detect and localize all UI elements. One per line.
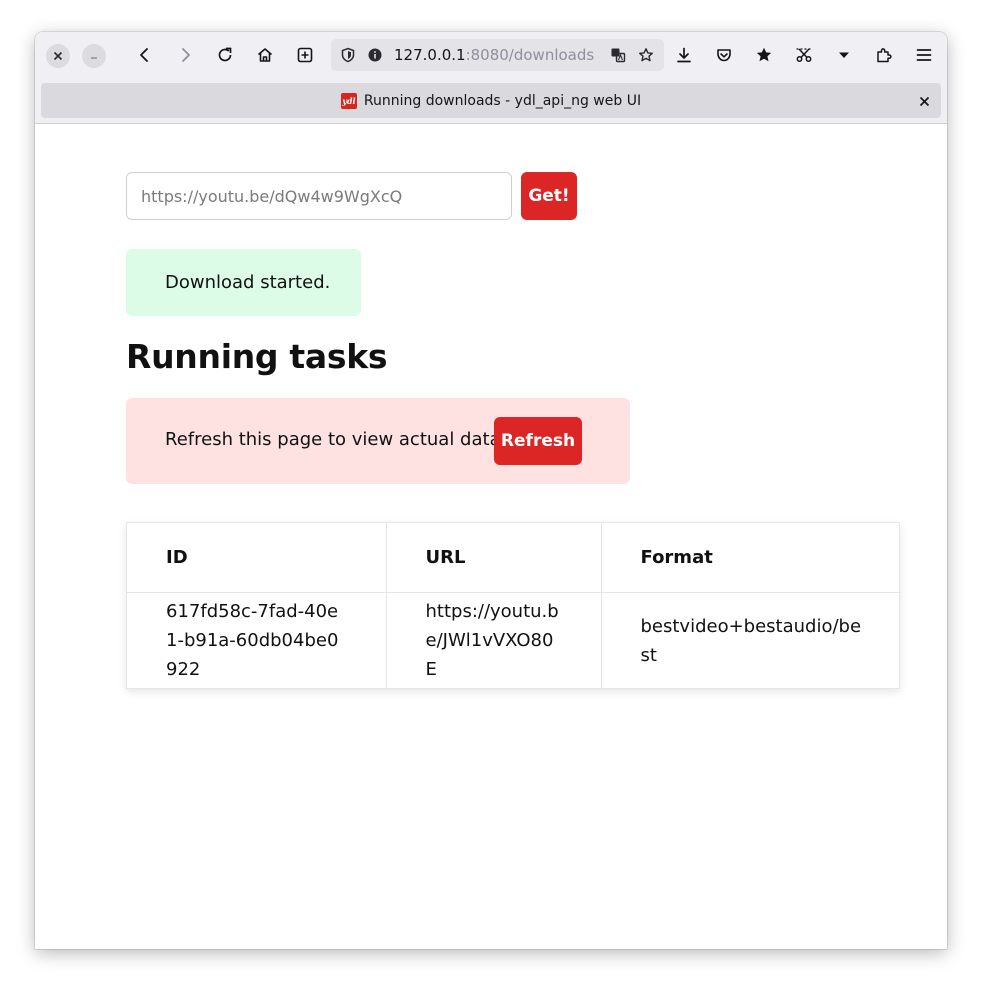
url-text[interactable]: 127.0.0.1:8080/downloads bbox=[394, 46, 594, 64]
star-filled-icon[interactable] bbox=[749, 40, 779, 70]
task-url-cell: https://youtu.be/JWl1vVXO80E bbox=[386, 592, 602, 689]
column-header-url: URL bbox=[386, 523, 602, 593]
page-content: Get! Download started. Running tasks Ref… bbox=[35, 124, 947, 949]
refresh-notice: Refresh this page to view actual data. R… bbox=[126, 398, 630, 484]
tasks-table: ID URL Format 617fd58c-7fad-40e1-b91a-60… bbox=[126, 522, 901, 689]
tab-running-downloads[interactable]: ydl Running downloads - ydl_api_ng web U… bbox=[41, 83, 941, 118]
tab-bar: ydl Running downloads - ydl_api_ng web U… bbox=[35, 78, 947, 124]
back-arrow-icon[interactable] bbox=[130, 40, 160, 70]
get-button[interactable]: Get! bbox=[521, 172, 577, 220]
home-icon[interactable] bbox=[250, 40, 280, 70]
close-icon[interactable] bbox=[915, 92, 933, 110]
refresh-notice-text: Refresh this page to view actual data. bbox=[165, 429, 507, 450]
forward-arrow-icon[interactable] bbox=[170, 40, 200, 70]
close-icon[interactable] bbox=[46, 44, 70, 68]
table-row: 617fd58c-7fad-40e1-b91a-60db04be0922 htt… bbox=[127, 592, 901, 689]
address-bar[interactable]: 127.0.0.1:8080/downloads bbox=[331, 39, 664, 71]
minimize-icon[interactable] bbox=[82, 44, 106, 68]
new-tab-icon[interactable] bbox=[290, 40, 320, 70]
star-outline-icon[interactable] bbox=[637, 46, 655, 64]
url-path: :8080/downloads bbox=[465, 46, 595, 64]
info-icon[interactable] bbox=[366, 46, 384, 64]
success-notice: Download started. bbox=[126, 249, 361, 316]
puzzle-icon[interactable] bbox=[869, 40, 899, 70]
browser-window: 127.0.0.1:8080/downloads ydl Running dow… bbox=[35, 32, 947, 949]
chevron-down-icon[interactable] bbox=[829, 40, 859, 70]
video-url-input[interactable] bbox=[126, 172, 512, 220]
url-host: 127.0.0.1 bbox=[394, 46, 466, 64]
reload-icon[interactable] bbox=[210, 40, 240, 70]
tab-title-wrap: ydl Running downloads - ydl_api_ng web U… bbox=[41, 83, 941, 118]
page-title: Running tasks bbox=[126, 337, 388, 376]
browser-toolbar: 127.0.0.1:8080/downloads bbox=[35, 32, 947, 78]
download-icon[interactable] bbox=[669, 40, 699, 70]
translate-icon[interactable] bbox=[609, 46, 627, 64]
task-id-cell: 617fd58c-7fad-40e1-b91a-60db04be0922 bbox=[127, 592, 387, 689]
favicon: ydl bbox=[340, 92, 357, 109]
hamburger-menu-icon[interactable] bbox=[909, 40, 939, 70]
column-header-id: ID bbox=[127, 523, 387, 593]
refresh-button[interactable]: Refresh bbox=[494, 417, 582, 465]
column-header-format: Format bbox=[601, 523, 901, 593]
pocket-icon[interactable] bbox=[709, 40, 739, 70]
tab-title: Running downloads - ydl_api_ng web UI bbox=[363, 92, 642, 109]
scissors-icon[interactable] bbox=[789, 40, 819, 70]
table-header-row: ID URL Format bbox=[127, 523, 901, 593]
task-format-cell: bestvideo+bestaudio/best bbox=[640, 615, 862, 666]
shield-icon[interactable] bbox=[339, 46, 357, 64]
